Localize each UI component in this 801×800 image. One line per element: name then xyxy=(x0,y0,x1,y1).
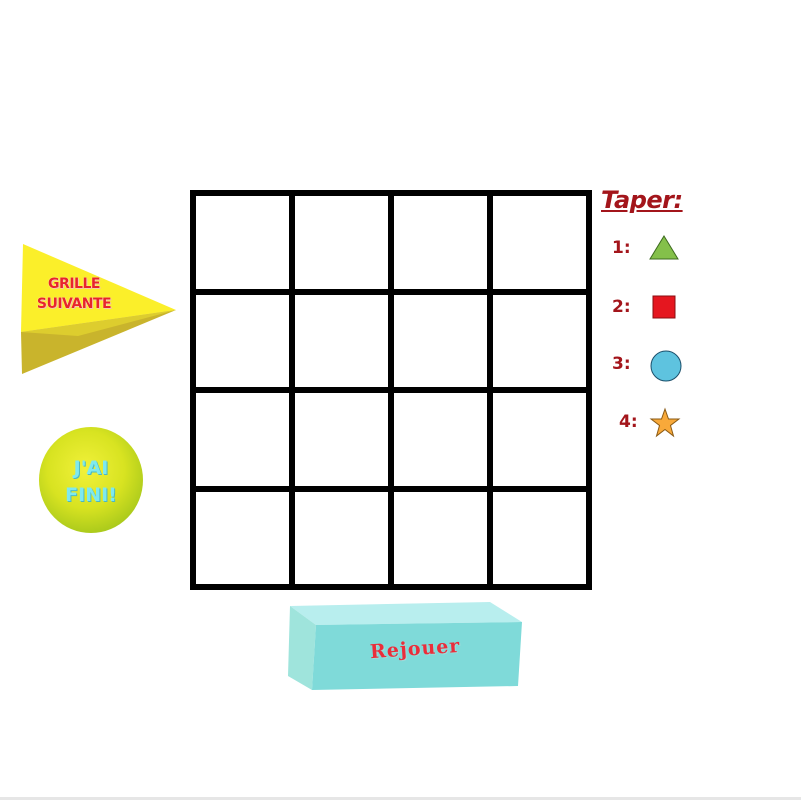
grid-cell[interactable] xyxy=(196,393,289,486)
square-icon xyxy=(652,295,676,319)
legend-key-1: 1: xyxy=(612,238,631,258)
legend-key-3: 3: xyxy=(612,354,631,374)
legend-item-1: 1: xyxy=(612,232,702,266)
next-grid-button[interactable]: GRILLE SUIVANTE xyxy=(18,244,178,376)
next-grid-label: GRILLE SUIVANTE xyxy=(24,274,124,314)
grid-cell[interactable] xyxy=(196,196,289,289)
legend-item-2: 2: xyxy=(612,291,702,325)
legend-key-2: 2: xyxy=(612,297,631,317)
replay-button[interactable]: Rejouer xyxy=(286,600,522,692)
legend-item-4: 4: xyxy=(612,406,702,440)
legend-title: Taper: xyxy=(601,186,683,214)
grid-cell[interactable] xyxy=(493,491,586,584)
game-grid xyxy=(190,190,592,590)
circle-icon xyxy=(650,350,682,382)
grid-cell[interactable] xyxy=(493,196,586,289)
done-button[interactable]: J'AI FINI! xyxy=(39,427,143,533)
done-label-line2: FINI! xyxy=(65,484,117,506)
legend-key-4: 4: xyxy=(619,412,638,432)
done-label-line1: J'AI xyxy=(73,457,109,479)
next-grid-label-line1: GRILLE xyxy=(48,276,100,292)
done-label: J'AI FINI! xyxy=(39,455,143,509)
triangle-icon xyxy=(649,235,679,260)
grid-cell[interactable] xyxy=(394,294,487,387)
grid-cell[interactable] xyxy=(196,294,289,387)
grid-cell[interactable] xyxy=(394,196,487,289)
star-icon xyxy=(649,407,681,438)
legend-item-3: 3: xyxy=(612,348,702,382)
grid-cell[interactable] xyxy=(196,491,289,584)
grid-cell[interactable] xyxy=(295,294,388,387)
grid-cell[interactable] xyxy=(493,393,586,486)
next-grid-label-line2: SUIVANTE xyxy=(36,296,112,312)
grid-cell[interactable] xyxy=(493,294,586,387)
grid-cell[interactable] xyxy=(295,491,388,584)
grid-cell[interactable] xyxy=(295,196,388,289)
grid-cell[interactable] xyxy=(394,491,487,584)
grid-cell[interactable] xyxy=(295,393,388,486)
grid-cell[interactable] xyxy=(394,393,487,486)
